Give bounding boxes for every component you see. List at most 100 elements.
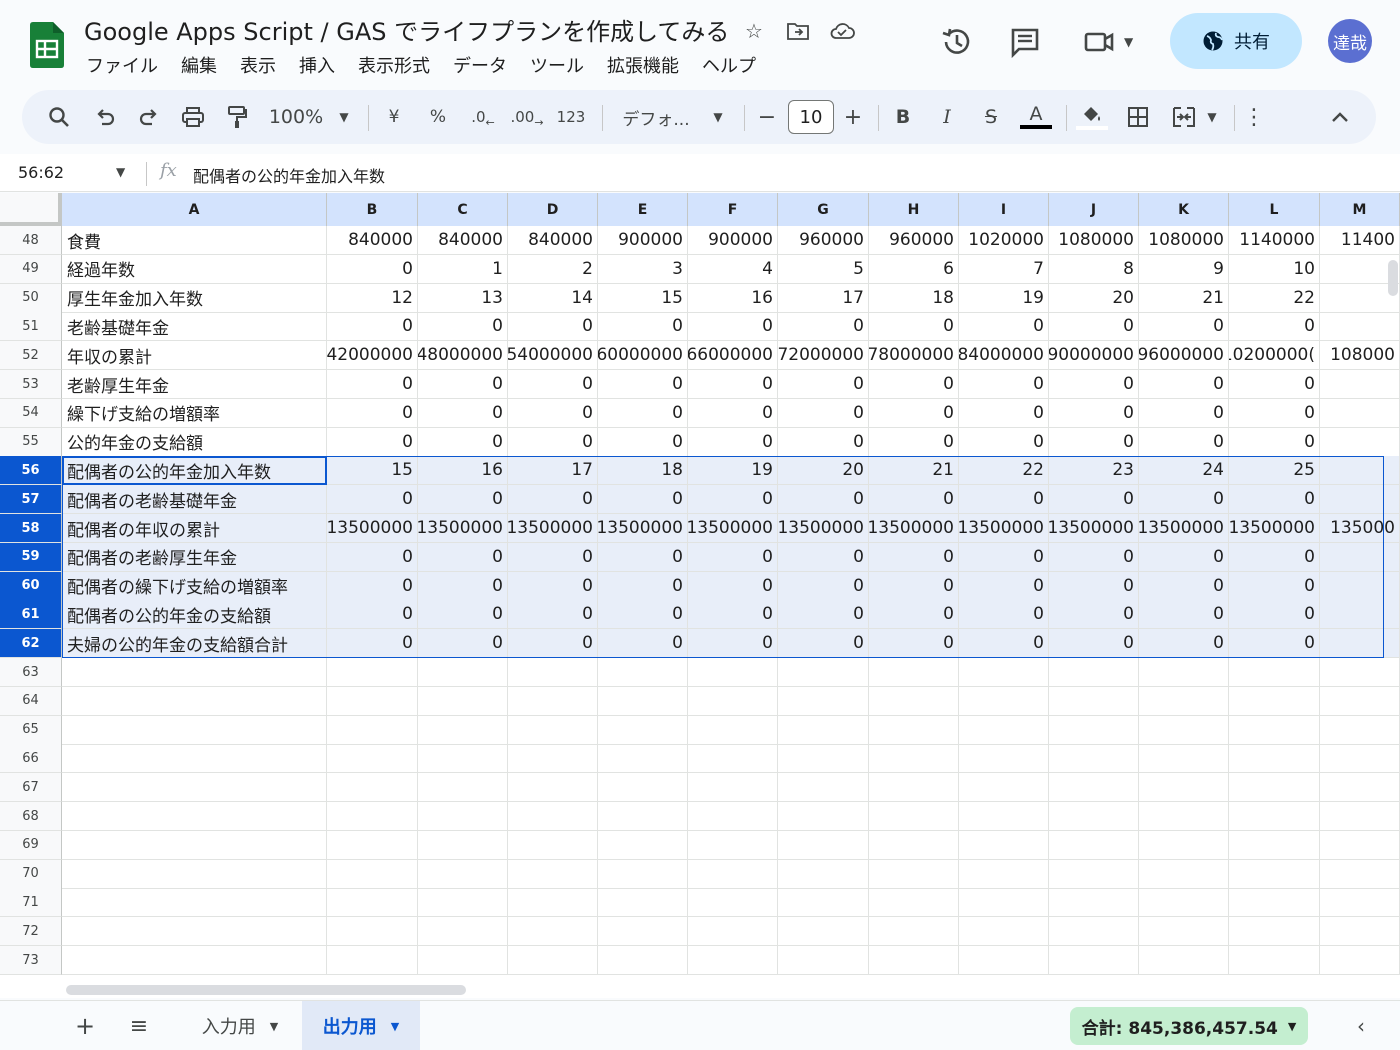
table-cell[interactable] <box>778 773 869 803</box>
table-cell[interactable] <box>327 658 418 687</box>
sheet-tab-output[interactable]: 出力用 ▼ <box>302 1001 420 1050</box>
table-cell[interactable]: 10 <box>1229 254 1320 284</box>
table-cell[interactable]: 0 <box>688 629 778 659</box>
row-header[interactable]: 69 <box>0 830 62 860</box>
table-cell[interactable] <box>959 888 1049 918</box>
table-cell[interactable]: 0 <box>1139 370 1229 399</box>
table-cell[interactable]: 0 <box>327 370 418 399</box>
table-cell[interactable]: 0 <box>688 600 778 630</box>
table-cell[interactable]: 1080000 <box>1139 226 1229 255</box>
table-cell[interactable] <box>1049 917 1139 947</box>
decrease-decimal-button[interactable]: .0 ← <box>468 90 498 144</box>
row-header[interactable]: 55 <box>0 427 62 457</box>
row-label-cell[interactable] <box>62 658 327 687</box>
table-cell[interactable]: 0 <box>1049 571 1139 601</box>
table-cell[interactable]: 13500000 <box>1139 514 1229 543</box>
table-cell[interactable]: 0 <box>688 485 778 515</box>
table-cell[interactable]: 72000000 <box>778 341 869 371</box>
chevron-down-icon[interactable]: ▼ <box>1202 90 1222 144</box>
table-cell[interactable]: 0 <box>959 571 1049 601</box>
table-cell[interactable]: 0 <box>959 312 1049 342</box>
table-cell[interactable]: 0 <box>959 370 1049 399</box>
table-cell[interactable]: 840000 <box>508 226 598 255</box>
all-sheets-icon[interactable]: ≡ <box>124 1001 154 1050</box>
table-cell[interactable]: 15 <box>598 283 688 313</box>
column-header-l[interactable]: L <box>1229 193 1320 226</box>
table-cell[interactable]: 22 <box>959 456 1049 486</box>
table-cell[interactable] <box>1320 312 1400 342</box>
table-cell[interactable] <box>418 917 508 947</box>
table-cell[interactable]: 0 <box>1139 629 1229 659</box>
table-cell[interactable]: 2 <box>508 254 598 284</box>
table-cell[interactable]: 0 <box>327 542 418 572</box>
table-cell[interactable] <box>1139 888 1229 918</box>
table-cell[interactable]: 60000000 <box>598 341 688 371</box>
table-cell[interactable]: 0 <box>778 542 869 572</box>
table-cell[interactable] <box>598 744 688 774</box>
table-cell[interactable]: 0 <box>959 485 1049 515</box>
table-cell[interactable] <box>688 830 778 860</box>
table-cell[interactable] <box>1320 744 1400 774</box>
table-cell[interactable]: 840000 <box>418 226 508 255</box>
row-header[interactable]: 57 <box>0 485 62 515</box>
redo-icon[interactable] <box>134 90 164 144</box>
table-cell[interactable]: 0 <box>1229 370 1320 399</box>
table-cell[interactable] <box>1139 917 1229 947</box>
table-cell[interactable] <box>508 917 598 947</box>
table-cell[interactable] <box>778 830 869 860</box>
table-cell[interactable]: 0 <box>869 312 959 342</box>
table-cell[interactable]: 900000 <box>688 226 778 255</box>
table-cell[interactable]: 0 <box>1049 427 1139 457</box>
table-cell[interactable] <box>1320 658 1400 687</box>
table-cell[interactable] <box>959 744 1049 774</box>
table-cell[interactable] <box>327 888 418 918</box>
column-header-e[interactable]: E <box>598 193 688 226</box>
table-cell[interactable] <box>778 917 869 947</box>
table-cell[interactable] <box>418 658 508 687</box>
table-cell[interactable]: 17 <box>508 456 598 486</box>
table-cell[interactable]: 900000 <box>598 226 688 255</box>
table-cell[interactable] <box>598 859 688 889</box>
table-cell[interactable]: 0 <box>1139 571 1229 601</box>
column-header-k[interactable]: K <box>1139 193 1229 226</box>
table-cell[interactable] <box>869 802 959 831</box>
increase-decimal-button[interactable]: .00 → <box>510 90 543 144</box>
table-cell[interactable]: 23 <box>1049 456 1139 486</box>
table-cell[interactable] <box>778 946 869 975</box>
row-header[interactable]: 62 <box>0 629 62 659</box>
table-cell[interactable]: 13500000 <box>869 514 959 543</box>
table-cell[interactable]: 0 <box>778 312 869 342</box>
row-label-cell[interactable]: 繰下げ支給の増額率 <box>62 398 327 428</box>
table-cell[interactable]: 0 <box>959 600 1049 630</box>
column-header-b[interactable]: B <box>327 193 418 226</box>
table-cell[interactable]: 0 <box>418 485 508 515</box>
table-cell[interactable] <box>508 715 598 745</box>
table-cell[interactable] <box>778 859 869 889</box>
table-cell[interactable] <box>1229 859 1320 889</box>
table-cell[interactable]: 0 <box>508 485 598 515</box>
font-size-input[interactable]: 10 <box>788 100 834 134</box>
collapse-side-panel-icon[interactable]: ‹ <box>1348 1001 1374 1050</box>
table-cell[interactable] <box>1049 830 1139 860</box>
table-cell[interactable]: 18 <box>598 456 688 486</box>
table-cell[interactable]: 8 <box>1049 254 1139 284</box>
table-cell[interactable]: 0 <box>418 427 508 457</box>
table-cell[interactable]: 0 <box>869 542 959 572</box>
row-label-cell[interactable] <box>62 686 327 716</box>
table-cell[interactable] <box>1229 658 1320 687</box>
table-cell[interactable] <box>1229 744 1320 774</box>
table-cell[interactable] <box>688 658 778 687</box>
table-cell[interactable]: 13500000 <box>327 514 418 543</box>
table-cell[interactable]: 0 <box>1229 571 1320 601</box>
table-cell[interactable] <box>1049 802 1139 831</box>
row-label-cell[interactable]: 配偶者の年収の累計 <box>62 514 327 543</box>
table-cell[interactable] <box>688 917 778 947</box>
table-cell[interactable] <box>598 946 688 975</box>
menu-view[interactable]: 表示 <box>240 52 276 78</box>
table-cell[interactable]: 0 <box>869 370 959 399</box>
table-cell[interactable] <box>1049 773 1139 803</box>
table-cell[interactable]: 0 <box>688 312 778 342</box>
column-header-g[interactable]: G <box>778 193 869 226</box>
table-cell[interactable] <box>1229 830 1320 860</box>
table-cell[interactable] <box>1320 686 1400 716</box>
